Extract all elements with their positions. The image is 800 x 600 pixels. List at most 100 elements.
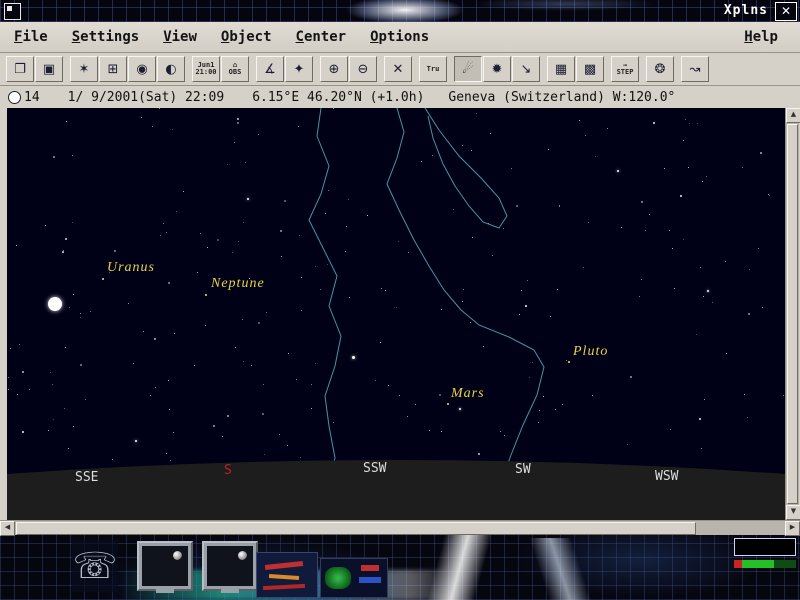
- status-coordinates: 6.15°E 46.20°N (+1.0h): [252, 90, 424, 105]
- meteor-icon: ↘: [521, 62, 532, 77]
- telephone-glyph: ☏: [72, 546, 117, 587]
- desktop: ☏ Xplns ✕ File Settings View Object Center Op…: [0, 0, 800, 600]
- monitor-screen: [142, 546, 188, 586]
- true-position-label: Tru: [427, 66, 440, 73]
- direction-label-s: S: [224, 463, 232, 478]
- horizontal-scroll-thumb[interactable]: [16, 522, 696, 535]
- planet-dot-mars: [447, 403, 449, 405]
- equatorial-grid-icon: ▦: [555, 62, 567, 77]
- toolbar-delete-button[interactable]: ✕: [384, 56, 412, 82]
- planet-label-mars: Mars: [451, 386, 485, 402]
- menu-view[interactable]: View: [163, 29, 197, 45]
- menu-bar: File Settings View Object Center Options Help: [0, 22, 800, 53]
- toolbar-meteor-button[interactable]: ↘: [512, 56, 540, 82]
- status-datetime: 1/ 9/2001(Sat) 22:09: [68, 90, 225, 105]
- direction-label-sse: SSE: [75, 470, 98, 485]
- altitude-tool-icon: ∡: [264, 62, 276, 77]
- sky-overlay: [7, 108, 785, 520]
- scroll-down-button[interactable]: ▼: [786, 505, 800, 520]
- planet-label-pluto: Pluto: [573, 344, 608, 360]
- toolbar-azimuthal-grid-button[interactable]: ▩: [576, 56, 604, 82]
- app-thumbnail-2[interactable]: [320, 558, 388, 598]
- open-icon: ❐: [14, 62, 26, 77]
- scroll-up-button[interactable]: ▲: [786, 108, 800, 123]
- toolbar-galaxy-button[interactable]: ❂: [646, 56, 674, 82]
- set-date-time-label: Jun121:00: [195, 62, 216, 76]
- iconify-button[interactable]: [4, 3, 21, 20]
- toolbar-observatory-button[interactable]: ⌂OBS: [221, 56, 249, 82]
- direction-label-ssw: SSW: [363, 461, 386, 476]
- menu-help[interactable]: Help: [744, 29, 778, 45]
- azimuthal-grid-icon: ▩: [584, 62, 596, 77]
- app-thumbnail-1[interactable]: [256, 552, 318, 598]
- sun-flare-icon: ✹: [492, 62, 503, 77]
- galaxy-icon: ❂: [655, 62, 666, 77]
- moon: [48, 297, 62, 311]
- constellation-chart-icon: ✶: [79, 62, 90, 77]
- toolbar-zoom-out-button[interactable]: ⊖: [349, 56, 377, 82]
- planet-dot-neptune: [205, 294, 207, 296]
- delete-icon: ✕: [393, 62, 404, 77]
- status-bar-meter: [734, 560, 796, 568]
- planet-label-neptune: Neptune: [211, 276, 265, 292]
- horizontal-scroll-trough[interactable]: [15, 521, 785, 535]
- zoom-out-icon: ⊖: [358, 62, 369, 77]
- window-content: UranusNeptunePlutoMarsSSESSSWSWWSW ▲ ▼: [0, 108, 800, 520]
- menu-center[interactable]: Center: [296, 29, 347, 45]
- direction-label-wsw: WSW: [655, 469, 678, 484]
- save-icon: ▣: [43, 62, 55, 77]
- toolbar-zoom-in-button[interactable]: ⊕: [320, 56, 348, 82]
- window-title: Xplns: [724, 3, 768, 18]
- observatory-label: ⌂OBS: [229, 62, 242, 76]
- toolbar-true-position-button[interactable]: Tru: [419, 56, 447, 82]
- planet-view-icon: ◐: [165, 62, 176, 77]
- scroll-right-button[interactable]: ▶: [785, 521, 800, 536]
- menu-file[interactable]: File: [14, 29, 48, 45]
- toolbar-step-button[interactable]: →STEP: [611, 56, 639, 82]
- toolbar-planet-view-button[interactable]: ◐: [157, 56, 185, 82]
- close-button[interactable]: ✕: [775, 2, 797, 21]
- window-titlebar[interactable]: Xplns ✕: [0, 0, 800, 22]
- system-monitor-widget[interactable]: [734, 538, 796, 568]
- toolbar-save-button[interactable]: ▣: [35, 56, 63, 82]
- light-beam: [420, 538, 700, 600]
- animate-icon: ↝: [690, 62, 701, 77]
- sky-view[interactable]: UranusNeptunePlutoMarsSSESSSWSWWSW: [7, 108, 785, 520]
- menu-options[interactable]: Options: [370, 29, 429, 45]
- zoom-in-icon: ⊕: [329, 62, 340, 77]
- menu-settings[interactable]: Settings: [72, 29, 139, 45]
- vertical-scroll-thumb[interactable]: [787, 124, 798, 504]
- monitor-icon-2[interactable]: [202, 541, 258, 591]
- magnitude-limit-icon: [8, 91, 21, 104]
- toolbar-equatorial-grid-button[interactable]: ▦: [547, 56, 575, 82]
- planet-dot-pluto: [568, 361, 570, 363]
- toolbar-set-date-time-button[interactable]: Jun121:00: [192, 56, 220, 82]
- step-label: →STEP: [617, 62, 634, 76]
- toolbar-open-button[interactable]: ❐: [6, 56, 34, 82]
- toolbar-sun-flare-button[interactable]: ✹: [483, 56, 511, 82]
- toolbar: ❐ ▣ ✶ ⊞ ◉ ◐ Jun121:00 ⌂OBS ∡ ✦ ⊕ ⊖ ✕ Tru ☄ ✹ ↘ ▦ ▩ →STEP ❂ ↝: [0, 53, 800, 86]
- status-bar: 14 1/ 9/2001(Sat) 22:09 6.15°E 46.20°N (…: [0, 86, 800, 108]
- toolbar-star-table-button[interactable]: ⊞: [99, 56, 127, 82]
- scroll-left-button[interactable]: ◀: [0, 521, 15, 536]
- toolbar-animate-button[interactable]: ↝: [681, 56, 709, 82]
- status-location: Geneva (Switzerland) W:120.0°: [448, 90, 675, 105]
- eclipse-view-icon: ◉: [136, 62, 147, 77]
- phone-icon[interactable]: ☏: [72, 540, 118, 592]
- magnitude-limit-value: 14: [24, 90, 40, 105]
- comet-icon: ☄: [462, 62, 474, 77]
- toolbar-star-finder-button[interactable]: ✦: [285, 56, 313, 82]
- planet-label-uranus: Uranus: [107, 260, 155, 276]
- toolbar-eclipse-view-button[interactable]: ◉: [128, 56, 156, 82]
- monitor-screen: [207, 546, 253, 586]
- horizontal-scrollbar[interactable]: ◀ ▶: [0, 520, 800, 535]
- monitor-icon-1[interactable]: [137, 541, 193, 591]
- toolbar-altitude-tool-button[interactable]: ∡: [256, 56, 284, 82]
- menu-object[interactable]: Object: [221, 29, 272, 45]
- planet-dot-uranus: [102, 278, 104, 280]
- toolbar-constellation-chart-button[interactable]: ✶: [70, 56, 98, 82]
- vertical-scrollbar[interactable]: ▲ ▼: [785, 108, 799, 520]
- star-table-icon: ⊞: [108, 62, 119, 77]
- star-finder-icon: ✦: [294, 62, 305, 77]
- toolbar-comet-button[interactable]: ☄: [454, 56, 482, 82]
